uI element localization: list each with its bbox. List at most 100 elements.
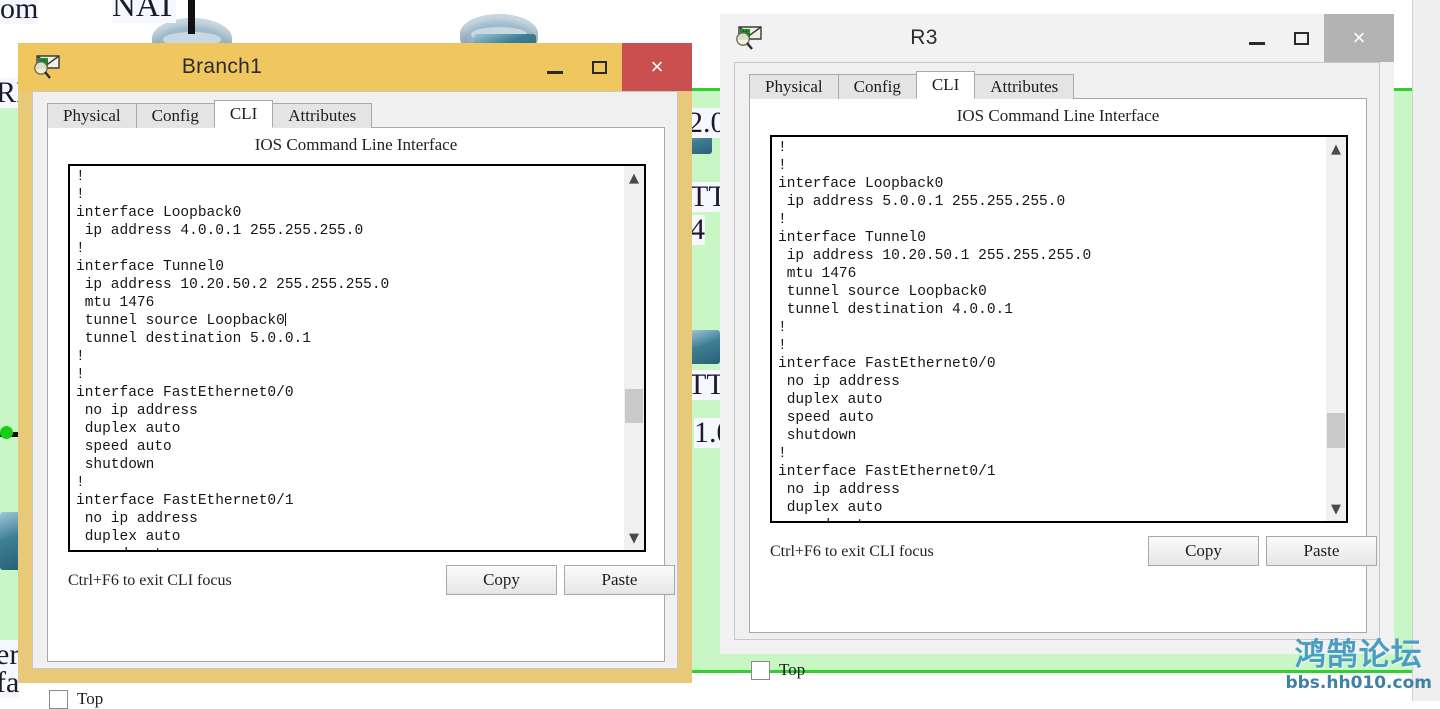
copy-button[interactable]: Copy — [446, 565, 557, 595]
minimize-button[interactable] — [532, 43, 577, 91]
cli-line-text: ! — [778, 158, 787, 174]
cli-line-text: ! — [778, 140, 787, 156]
chevron-up-icon[interactable]: ▲ — [624, 168, 644, 188]
maximize-icon — [592, 61, 607, 74]
cli-scrollbar[interactable]: ▲▼ — [623, 166, 644, 550]
cli-line: ! — [778, 157, 1325, 175]
cli-line-text: interface FastEthernet0/1 — [76, 493, 294, 509]
window-controls: × — [1234, 14, 1394, 62]
scrollbar-thumb[interactable] — [1327, 413, 1345, 448]
top-checkbox-row[interactable]: Top — [751, 660, 805, 680]
title-bar[interactable]: R3 × — [720, 14, 1394, 62]
tab-attributes[interactable]: Attributes — [974, 74, 1074, 99]
tab-label: Config — [152, 106, 199, 126]
cli-line-text: ! — [778, 320, 787, 336]
tab-config[interactable]: Config — [136, 103, 215, 128]
cli-line: speed auto — [778, 517, 1325, 521]
cli-line: interface Loopback0 — [76, 204, 623, 222]
scrollbar-thumb[interactable] — [625, 389, 643, 424]
tab-physical[interactable]: Physical — [47, 103, 137, 128]
cli-line-text: duplex auto — [778, 392, 882, 408]
cli-line-text: speed auto — [778, 518, 874, 521]
cli-line: speed auto — [76, 546, 623, 550]
window-body: Physical Config CLIAttributesIOS Command L… — [32, 91, 678, 669]
r3-window[interactable]: R3 × PhysicalConfigCLIAttributesIOS Comman… — [720, 14, 1394, 654]
workspace-right-panel — [1412, 0, 1440, 701]
title-bar[interactable]: Branch1 × — [18, 43, 692, 91]
link-status-dot — [0, 426, 13, 439]
cli-line: shutdown — [778, 427, 1325, 445]
cli-line: ! — [778, 319, 1325, 337]
cli-focus-hint: Ctrl+F6 to exit CLI focus — [770, 543, 934, 561]
cli-line: interface Tunnel0 — [778, 229, 1325, 247]
cli-line-text: no ip address — [778, 482, 900, 498]
close-icon: × — [1353, 27, 1366, 49]
cli-line-text: no ip address — [778, 374, 900, 390]
cli-line-text: ip address 5.0.0.1 255.255.255.0 — [778, 194, 1065, 210]
cli-scrollbar[interactable]: ▲▼ — [1325, 137, 1346, 521]
close-button[interactable]: × — [622, 43, 692, 91]
cli-line-text: interface FastEthernet0/1 — [778, 464, 996, 480]
cli-line: ! — [76, 240, 623, 258]
panel-heading: IOS Command Line Interface — [48, 128, 664, 155]
cli-line: ! — [76, 366, 623, 384]
tab-cli[interactable]: CLI — [916, 71, 975, 99]
chevron-down-icon[interactable]: ▼ — [624, 528, 644, 548]
top-checkbox-row[interactable]: Top — [49, 689, 103, 709]
minimize-icon — [1249, 42, 1265, 45]
cli-line-text: no ip address — [76, 403, 198, 419]
minimize-button[interactable] — [1234, 14, 1279, 62]
top-checkbox[interactable] — [751, 661, 770, 680]
cli-line-text: speed auto — [778, 410, 874, 426]
cli-line-text: ! — [76, 241, 85, 257]
cli-line-text: ! — [778, 338, 787, 354]
topology-label: 4 — [690, 215, 705, 245]
cli-line-text: ip address 4.0.0.1 255.255.255.0 — [76, 223, 363, 239]
copy-button[interactable]: Copy — [1148, 536, 1259, 566]
window-title: R3 — [764, 26, 1234, 50]
paste-button[interactable]: Paste — [1266, 536, 1377, 566]
top-checkbox[interactable] — [49, 690, 68, 709]
tab-label: Physical — [63, 106, 121, 126]
top-checkbox-label: Top — [77, 689, 103, 709]
cli-console[interactable]: !! interface Loopback0 ip address 5.0.0.1… — [770, 135, 1348, 523]
topology-label: fa — [0, 668, 19, 698]
minimize-icon — [547, 71, 563, 74]
cli-line-text: interface Tunnel0 — [778, 230, 926, 246]
cli-line: no ip address — [778, 481, 1325, 499]
cli-line-text: interface Loopback0 — [778, 176, 943, 192]
cli-line: mtu 1476 — [76, 294, 623, 312]
cli-line: interface FastEthernet0/0 — [76, 384, 623, 402]
window-title: Branch1 — [62, 55, 532, 79]
close-button[interactable]: × — [1324, 14, 1394, 62]
tab-config[interactable]: Config — [838, 74, 917, 99]
cli-line-text: ! — [76, 349, 85, 365]
cli-line: ! — [778, 445, 1325, 463]
cli-line: duplex auto — [76, 420, 623, 438]
cli-line-text: duplex auto — [76, 421, 180, 437]
tab-cli[interactable]: CLI — [214, 100, 273, 128]
cli-line: interface FastEthernet0/1 — [778, 463, 1325, 481]
maximize-icon — [1294, 32, 1309, 45]
cli-line-text: tunnel source Loopback0 — [76, 313, 285, 329]
cli-console[interactable]: !! interface Loopback0 ip address 4.0.0.1… — [68, 164, 646, 552]
cli-line: ip address 10.20.50.2 255.255.255.0 — [76, 276, 623, 294]
cli-line-text: ip address 10.20.50.1 255.255.255.0 — [778, 248, 1091, 264]
maximize-button[interactable] — [577, 43, 622, 91]
chevron-up-icon[interactable]: ▲ — [1326, 139, 1346, 159]
inspect-envelope-icon — [32, 54, 62, 80]
cli-line: ! — [76, 348, 623, 366]
chevron-down-icon[interactable]: ▼ — [1326, 499, 1346, 519]
tab-attributes[interactable]: Attributes — [272, 103, 372, 128]
cli-output-text[interactable]: !! interface Loopback0 ip address 5.0.0.1… — [772, 137, 1325, 521]
branch1-window[interactable]: Branch1 × Physical Config CLIAttributesIOS C… — [18, 43, 692, 683]
cli-line: interface FastEthernet0/1 — [76, 492, 623, 510]
tab-strip: PhysicalConfigCLIAttributes — [749, 73, 1073, 99]
maximize-button[interactable] — [1279, 14, 1324, 62]
paste-button[interactable]: Paste — [564, 565, 675, 595]
cli-output-text[interactable]: !! interface Loopback0 ip address 4.0.0.1… — [70, 166, 623, 550]
cli-line-text: mtu 1476 — [778, 266, 856, 282]
window-body: PhysicalConfigCLIAttributesIOS Command L… — [734, 62, 1380, 640]
cli-line: ! — [778, 139, 1325, 157]
tab-physical[interactable]: Physical — [749, 74, 839, 99]
